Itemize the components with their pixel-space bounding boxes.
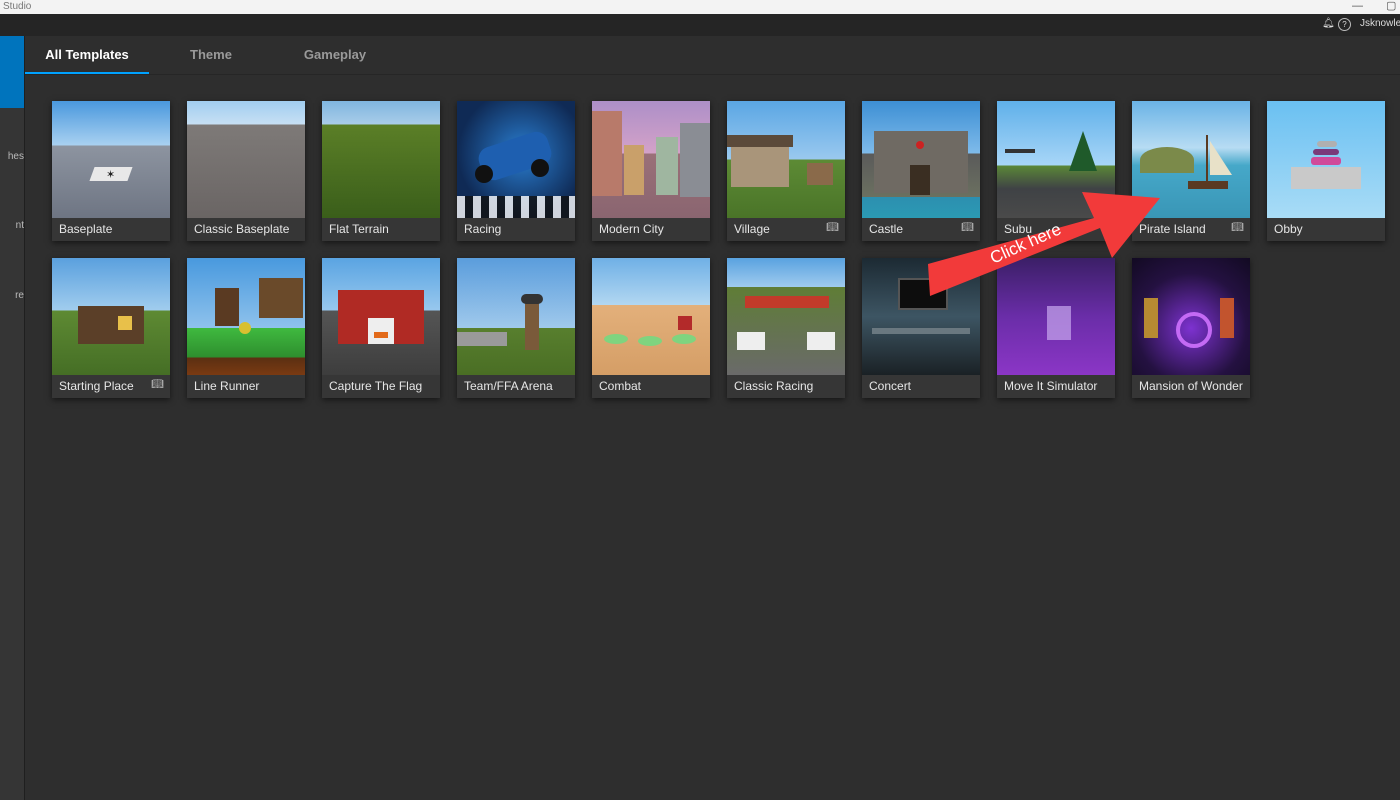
thumbnail-image <box>187 258 305 375</box>
template-card-obby[interactable]: Obby <box>1267 101 1385 241</box>
template-name: Combat <box>599 379 642 393</box>
template-name: Line Runner <box>194 379 260 393</box>
left-category-panel: hes nt re <box>0 36 25 800</box>
thumbnail-image <box>592 101 710 218</box>
template-name: Capture The Flag <box>329 379 423 393</box>
template-name: Modern City <box>599 222 664 236</box>
template-name: Move It Simulator <box>1004 379 1098 393</box>
template-name: Team/FFA Arena <box>464 379 553 393</box>
template-card-village[interactable]: Village 📖︎ <box>727 101 845 241</box>
minimize-button[interactable]: — <box>1352 0 1363 12</box>
tab-all-templates[interactable]: All Templates <box>25 36 149 74</box>
sidebar-item-label[interactable]: nt <box>0 220 24 231</box>
template-card-starting-place[interactable]: Starting Place 📖︎ <box>52 258 170 398</box>
tab-theme[interactable]: Theme <box>169 36 253 74</box>
window-title-bar: Studio — ▢ <box>0 0 1400 14</box>
template-card-combat[interactable]: Combat <box>592 258 710 398</box>
template-card-line-runner[interactable]: Line Runner <box>187 258 305 398</box>
notification-bell-icon[interactable]: 🔔︎ <box>1322 18 1335 29</box>
thumbnail-image <box>727 258 845 375</box>
template-card-modern-city[interactable]: Modern City <box>592 101 710 241</box>
template-name: Classic Racing <box>734 379 814 393</box>
thumbnail-image <box>187 101 305 218</box>
thumbnail-image <box>1267 101 1385 218</box>
template-name: Classic Baseplate <box>194 222 290 236</box>
thumbnail-image: ✶ <box>52 101 170 218</box>
template-name: Racing <box>464 222 502 236</box>
thumbnail-image <box>322 101 440 218</box>
template-name: Castle <box>869 222 904 236</box>
sidebar-item-selected[interactable] <box>0 36 24 108</box>
thumbnail-image <box>52 258 170 375</box>
template-name: Obby <box>1274 222 1303 236</box>
help-icon[interactable]: ? <box>1338 18 1351 31</box>
template-name: Concert <box>869 379 912 393</box>
template-name: Mansion of Wonder <box>1139 379 1243 393</box>
template-name: Village <box>734 222 770 236</box>
template-card-racing[interactable]: Racing <box>457 101 575 241</box>
restore-button[interactable]: ▢ <box>1386 0 1396 12</box>
template-name: Baseplate <box>59 222 113 236</box>
template-tabs: All Templates Theme Gameplay <box>25 36 1400 75</box>
book-icon[interactable]: 📖︎ <box>151 379 164 390</box>
tab-gameplay[interactable]: Gameplay <box>289 36 381 74</box>
template-name: Flat Terrain <box>329 222 389 236</box>
template-card-flat-terrain[interactable]: Flat Terrain <box>322 101 440 241</box>
book-icon[interactable]: 📖︎ <box>1231 222 1244 233</box>
arrow-icon <box>928 192 1160 296</box>
thumbnail-image <box>727 101 845 218</box>
thumbnail-image <box>322 258 440 375</box>
thumbnail-image <box>592 258 710 375</box>
template-card-capture-the-flag[interactable]: Capture The Flag <box>322 258 440 398</box>
template-name: Starting Place <box>59 379 134 393</box>
username[interactable]: Jsknowled <box>1360 18 1400 29</box>
template-card-baseplate[interactable]: ✶ Baseplate <box>52 101 170 241</box>
book-icon[interactable]: 📖︎ <box>826 222 839 233</box>
top-bar: 🔔︎ ? Jsknowled <box>0 14 1400 36</box>
template-card-classic-baseplate[interactable]: Classic Baseplate <box>187 101 305 241</box>
sidebar-item-label[interactable]: re <box>0 290 24 301</box>
app-title: Studio <box>3 1 32 12</box>
thumbnail-image <box>457 101 575 218</box>
click-here-arrow-annotation: Click here <box>928 192 1188 322</box>
thumbnail-image <box>457 258 575 375</box>
template-card-team-ffa-arena[interactable]: Team/FFA Arena <box>457 258 575 398</box>
sidebar-item-label[interactable]: hes <box>0 151 24 162</box>
template-card-classic-racing[interactable]: Classic Racing <box>727 258 845 398</box>
